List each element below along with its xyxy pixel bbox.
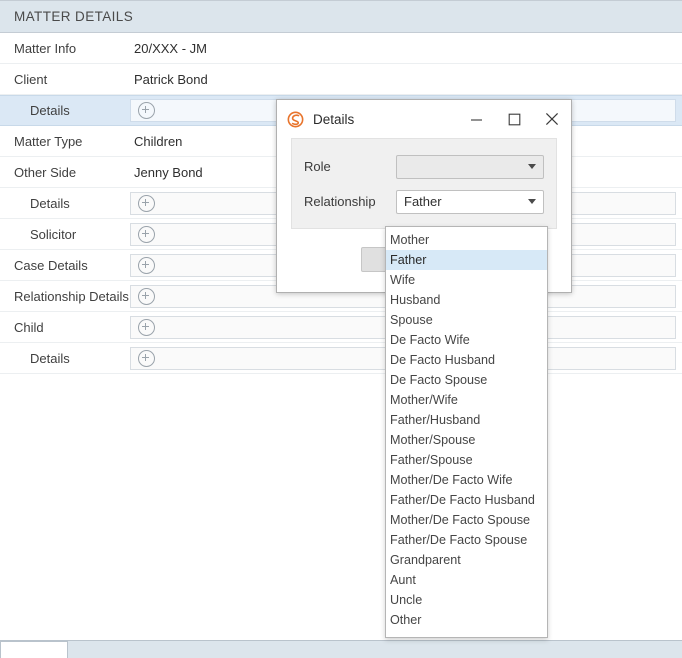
row-value: Patrick Bond (134, 71, 208, 87)
minimize-icon (470, 118, 482, 121)
bottom-tab-strip (0, 640, 682, 658)
role-field-row: Role (304, 153, 544, 180)
chevron-down-icon (521, 164, 543, 169)
list-item[interactable]: Mother/Wife (386, 390, 547, 410)
plus-circle-icon[interactable] (138, 256, 155, 274)
list-item[interactable]: De Facto Husband (386, 350, 547, 370)
list-item[interactable]: Father/De Facto Husband (386, 490, 547, 510)
relationship-value: Father (404, 194, 442, 209)
list-item[interactable]: Mother/De Facto Wife (386, 470, 547, 490)
plus-circle-icon[interactable] (138, 102, 155, 119)
plus-circle-icon[interactable] (138, 194, 155, 212)
bottom-tab[interactable] (0, 641, 68, 658)
row-label: Details (30, 103, 70, 118)
table-row[interactable]: Client Patrick Bond (0, 64, 682, 95)
row-label: Case Details (14, 257, 88, 273)
list-item[interactable]: De Facto Wife (386, 330, 547, 350)
table-row[interactable]: Matter Info 20/XXX - JM (0, 33, 682, 64)
row-label: Matter Info (14, 40, 77, 56)
panel-header: MATTER DETAILS (0, 0, 682, 33)
list-item[interactable]: Husband (386, 290, 547, 310)
maximize-button[interactable] (495, 104, 533, 134)
maximize-icon (508, 113, 520, 125)
row-value: 20/XXX - JM (134, 40, 207, 56)
role-label: Role (304, 159, 331, 174)
relationship-label: Relationship (304, 194, 376, 209)
close-icon (545, 112, 559, 126)
dialog-titlebar[interactable]: Details (277, 100, 571, 138)
row-label: Relationship Details (14, 288, 129, 304)
list-item[interactable]: De Facto Spouse (386, 370, 547, 390)
list-item[interactable]: Other (386, 610, 547, 630)
dialog-body: Role Relationship Father (277, 138, 571, 229)
row-label: Child (14, 319, 44, 335)
relationship-dropdown-list[interactable]: Mother Father Wife Husband Spouse De Facto Wi… (385, 226, 548, 638)
table-row[interactable]: Child (0, 312, 682, 343)
row-label: Details (30, 195, 70, 211)
relationship-select[interactable]: Father (396, 189, 544, 214)
list-item[interactable]: Uncle (386, 590, 547, 610)
plus-circle-icon[interactable] (138, 287, 155, 305)
list-item[interactable]: Grandparent (386, 550, 547, 570)
row-label: Client (14, 71, 48, 87)
chevron-down-icon (521, 199, 543, 204)
list-item[interactable]: Spouse (386, 310, 547, 330)
plus-circle-icon[interactable] (138, 318, 155, 336)
row-label: Solicitor (30, 226, 77, 242)
plus-circle-icon[interactable] (138, 225, 155, 243)
list-item[interactable]: Father (386, 250, 547, 270)
row-label: Matter Type (14, 133, 83, 149)
list-item[interactable]: Father/Husband (386, 410, 547, 430)
table-row[interactable]: Details (0, 343, 682, 374)
list-item[interactable]: Wife (386, 270, 547, 290)
page-title: MATTER DETAILS (14, 9, 134, 24)
row-label: Details (30, 350, 70, 366)
list-item[interactable]: Father/Spouse (386, 450, 547, 470)
relationship-field-row: Relationship Father (304, 188, 544, 215)
list-item[interactable]: Aunt (386, 570, 547, 590)
minimize-button[interactable] (457, 104, 495, 134)
app-logo-s-icon (287, 111, 304, 127)
list-item[interactable]: Father/De Facto Spouse (386, 530, 547, 550)
plus-circle-icon[interactable] (138, 349, 155, 367)
row-label: Other Side (14, 164, 77, 180)
role-select[interactable] (396, 154, 544, 179)
form-panel: Role Relationship Father (291, 138, 557, 229)
list-item[interactable]: Mother/Spouse (386, 430, 547, 450)
close-button[interactable] (533, 104, 571, 134)
list-item[interactable]: Mother (386, 230, 547, 250)
dialog-title: Details (313, 111, 355, 127)
list-item[interactable]: Mother/De Facto Spouse (386, 510, 547, 530)
